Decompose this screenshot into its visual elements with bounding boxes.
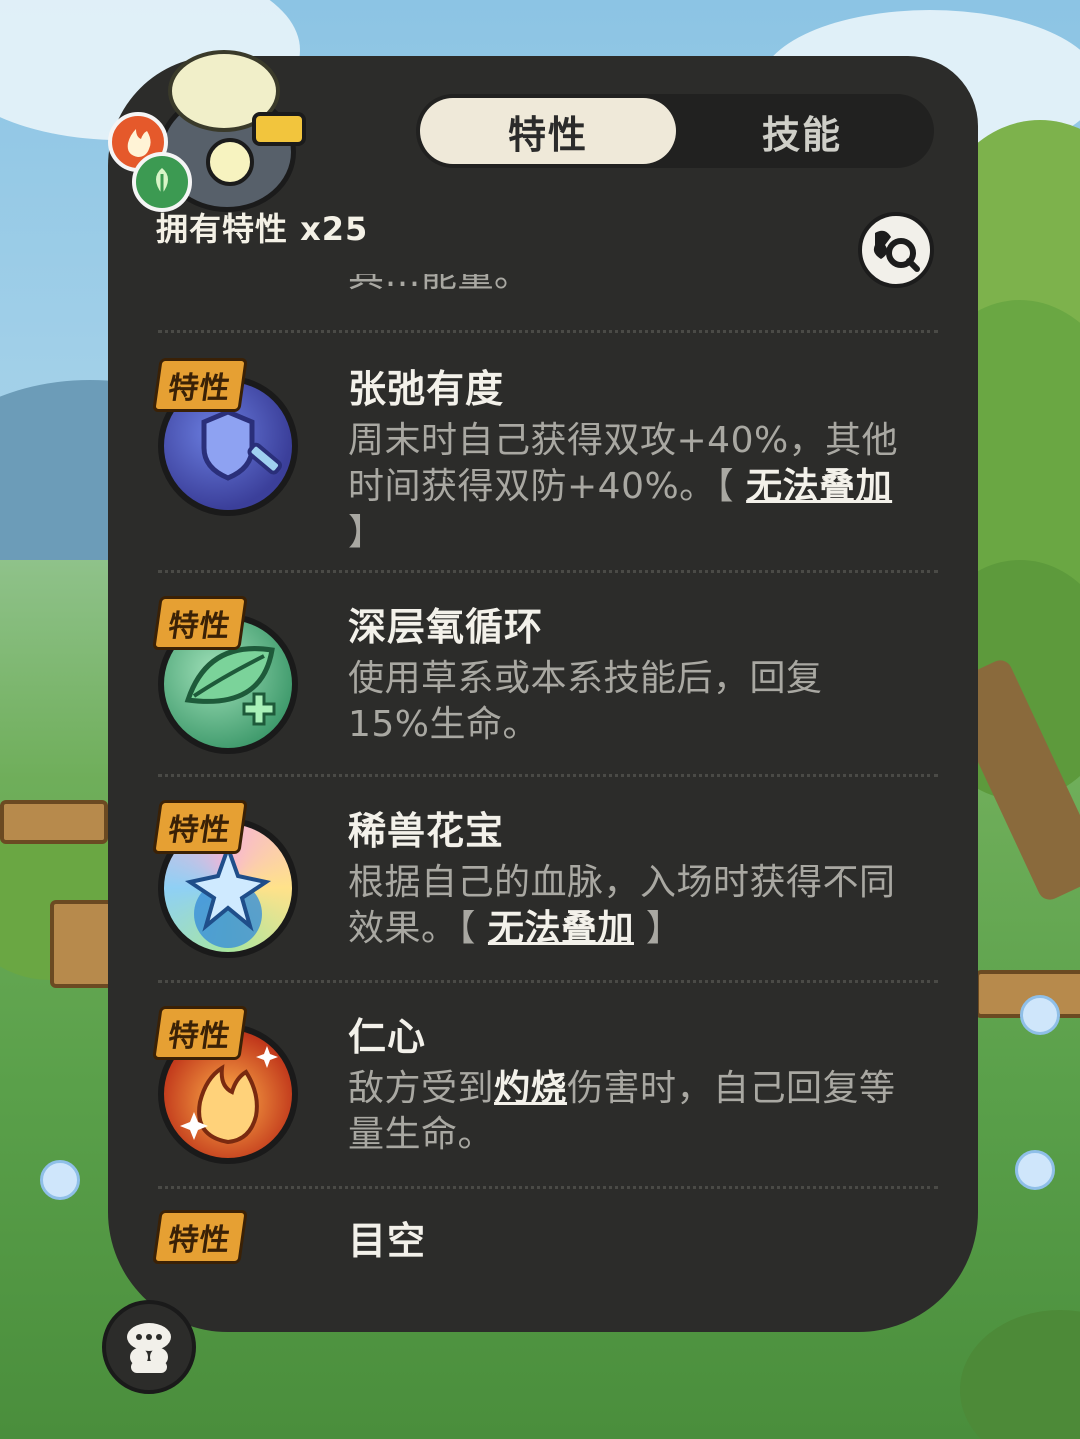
keyword-link[interactable]: 无法叠加 [488,908,634,949]
trait-tag: 特性 [152,1006,248,1060]
flower [1020,995,1060,1035]
trait-item[interactable]: 特性 目空 [108,1210,978,1270]
traits-list[interactable]: 其…能量。 特性 张弛有度 周末时自己获得双攻+40%，其他 时间获得双防+40%… [108,274,978,1274]
trait-desc: 根据自己的血脉，入场时获得不同 效果。【 无法叠加 】 [348,860,940,952]
owned-traits-count: 拥有特性 x25 [156,210,369,248]
trait-desc-line: 】 [348,510,940,556]
keyword-link[interactable]: 无法叠加 [746,466,892,507]
trait-tag: 特性 [152,1210,248,1264]
desc-text: 使用草系或本系技能后，回复 [348,658,823,699]
desc-text: 时间获得双防+40%。【 [348,466,747,507]
divider [158,330,938,333]
divider [158,774,938,777]
trait-desc: 使用草系或本系技能后，回复 15%生命。 [348,656,940,748]
desc-text: 】 [633,908,683,949]
desc-text: 敌方受到 [348,1068,495,1109]
trait-desc-line: 时间获得双防+40%。【 无法叠加 [348,464,940,510]
fence [0,800,108,844]
avatar-eye [206,138,254,186]
trait-name: 仁心 [348,1015,427,1059]
trait-desc: 周末时自己获得双攻+40%，其他 时间获得双防+40%。【 无法叠加】 [348,418,940,556]
trait-name: 张弛有度 [348,367,505,411]
trait-desc-line: 周末时自己获得双攻+40%，其他 [348,418,940,464]
divider [158,570,938,573]
desc-text: 】 [348,512,385,553]
grass-type-icon [132,152,192,212]
tab-traits[interactable]: 特性 [420,98,676,164]
trait-desc-line: 15%生命。 [348,702,940,748]
trait-desc-line: 根据自己的血脉，入场时获得不同 [348,860,940,906]
trait-name: 深层氧循环 [348,605,544,649]
magnifier-icon [873,230,920,272]
chat-bubbles-icon [127,1323,171,1373]
keyword-link[interactable]: 灼烧 [494,1068,567,1109]
desc-text: 量生命。 [348,1114,495,1155]
trait-desc: 敌方受到灼烧伤害时，自己回复等 量生命。 [348,1066,940,1158]
trait-desc-line: 使用草系或本系技能后，回复 [348,656,940,702]
trait-tag: 特性 [152,596,248,650]
trait-desc-line: 敌方受到灼烧伤害时，自己回复等 [348,1066,940,1112]
divider [158,980,938,983]
trait-desc-line: 量生命。 [348,1112,940,1158]
desc-text: 15%生命。 [348,704,540,745]
flower [40,1160,80,1200]
trait-name: 稀兽花宝 [348,809,505,853]
desc-text: 周末时自己获得双攻+40%，其他 [348,420,899,461]
tab-skills[interactable]: 技能 [674,98,930,164]
tab-bar: 特性 技能 [416,94,934,168]
desc-text: 伤害时，自己回复等 [567,1068,896,1109]
trait-tag: 特性 [152,800,248,854]
chat-button[interactable] [102,1300,196,1394]
flower [1015,1150,1055,1190]
traits-panel: 特性 技能 拥有特性 x25 其…能量。 特性 张弛有度 周末时自己获得双攻+4… [108,56,978,1332]
trait-name: 目空 [348,1219,427,1263]
divider [158,1186,938,1189]
trait-tag: 特性 [152,358,248,412]
desc-text: 根据自己的血脉，入场时获得不同 [348,862,896,903]
avatar-horn [252,112,306,146]
trait-desc-line: 效果。【 无法叠加 】 [348,906,940,952]
desc-text: 效果。【 [348,908,488,949]
partial-trait-desc: 其…能量。 [348,274,531,295]
